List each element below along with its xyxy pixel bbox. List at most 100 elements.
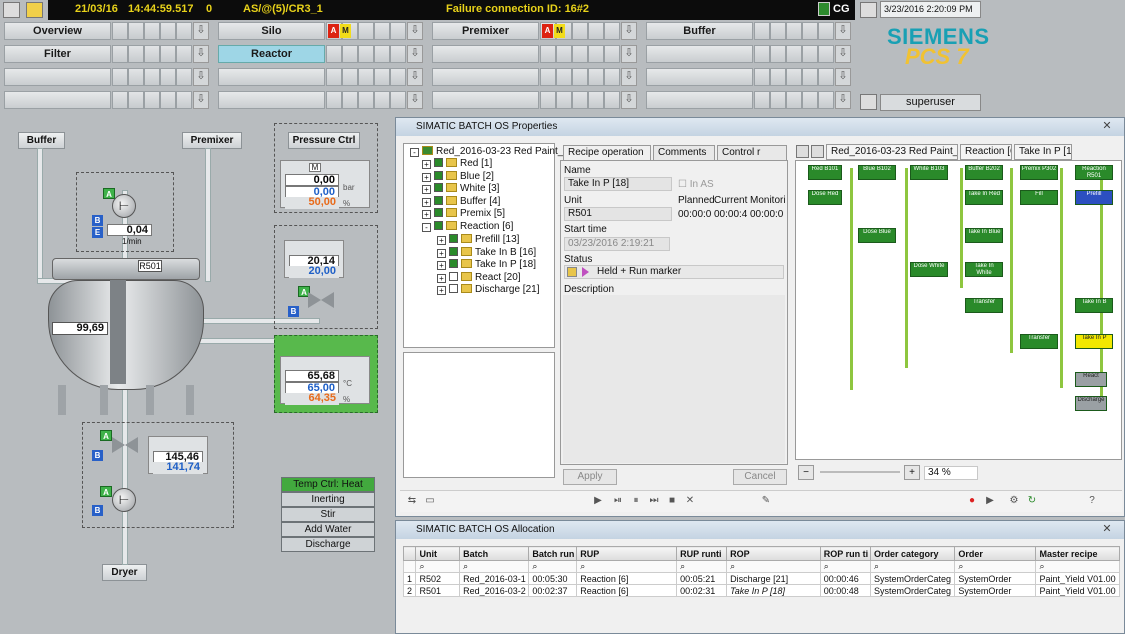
nav-slot[interactable]	[218, 68, 325, 86]
arrow-down-icon[interactable]: ⇩	[835, 45, 851, 63]
nav-subslot[interactable]	[540, 68, 556, 86]
nav-subslot[interactable]	[128, 22, 144, 40]
nav-subslot[interactable]	[818, 45, 834, 63]
nav-subslot[interactable]	[588, 45, 604, 63]
arrow-down-icon[interactable]: ⇩	[621, 22, 637, 40]
nav-subslot[interactable]	[754, 45, 770, 63]
graph-step[interactable]: Blue B102	[858, 165, 896, 180]
nav-subslot[interactable]	[572, 68, 588, 86]
start-time-field[interactable]: 03/23/2016 2:19:21	[564, 237, 670, 251]
nav-subslot[interactable]	[802, 22, 818, 40]
nav-subslot[interactable]	[572, 91, 588, 109]
nav-subslot[interactable]	[770, 91, 786, 109]
graph-step[interactable]: Fill	[1020, 190, 1058, 205]
nav-button[interactable]: Buffer	[646, 22, 753, 40]
nav-subslot[interactable]	[112, 22, 128, 40]
graph-tab[interactable]: Reaction [6]	[960, 144, 1012, 160]
arrow-down-icon[interactable]: ⇩	[407, 22, 423, 40]
nav-subslot[interactable]	[144, 22, 160, 40]
nav-slot[interactable]	[432, 45, 539, 63]
zoom-slider[interactable]	[820, 471, 900, 473]
nav-subslot[interactable]	[160, 68, 176, 86]
tree-item[interactable]: + Blue [2]	[422, 170, 494, 182]
navigate-icon[interactable]: ⇆	[406, 495, 418, 507]
premixer-label[interactable]: Premixer	[182, 132, 242, 149]
nav-slot[interactable]	[646, 68, 753, 86]
nav-button[interactable]: Overview	[4, 22, 111, 40]
nav-subslot[interactable]	[160, 22, 176, 40]
alarm-text[interactable]: Failure connection ID: 16#2	[446, 3, 589, 15]
graph-step[interactable]: Reaction R501	[1075, 165, 1113, 180]
warning-icon[interactable]	[26, 2, 43, 18]
nav-subslot[interactable]	[390, 68, 406, 86]
tree-item[interactable]: - Reaction [6]	[422, 221, 513, 232]
close-icon[interactable]: ✕	[1098, 120, 1116, 133]
tree-subitem[interactable]: + Prefill [13]	[437, 234, 519, 245]
nav-subslot[interactable]	[358, 45, 374, 63]
abort-icon[interactable]: ✕	[684, 495, 696, 507]
nav-subslot[interactable]	[786, 91, 802, 109]
nav-button[interactable]: Premixer	[432, 22, 539, 40]
filter-cell[interactable]	[402, 560, 417, 573]
nav-subslot[interactable]	[374, 22, 390, 40]
nav-subslot[interactable]	[770, 45, 786, 63]
nav-button[interactable]: Filter	[4, 45, 111, 63]
nav-slot[interactable]	[432, 91, 539, 109]
outlet-valve-icon[interactable]	[112, 437, 138, 453]
next-icon[interactable]: ▶	[984, 495, 996, 507]
nav-slot[interactable]	[4, 68, 111, 86]
nav-subslot[interactable]	[802, 45, 818, 63]
graph-step[interactable]: Dose White	[910, 262, 948, 277]
description-field[interactable]	[563, 295, 785, 463]
recipe-graph[interactable]	[795, 160, 1122, 460]
table-header-cell[interactable]: RUP	[576, 546, 678, 561]
checklist-icon[interactable]	[860, 2, 877, 18]
nav-subslot[interactable]	[390, 45, 406, 63]
nav-subslot[interactable]	[342, 68, 358, 86]
nav-subslot[interactable]	[540, 45, 556, 63]
graph-step[interactable]: Take In White	[965, 262, 1003, 277]
command-button[interactable]: Inerting	[281, 492, 375, 507]
zoom-out-icon[interactable]: −	[798, 465, 814, 480]
nav-subslot[interactable]	[326, 91, 342, 109]
arrow-down-icon[interactable]: ⇩	[407, 68, 423, 86]
graph-step[interactable]: Dose Red	[808, 190, 842, 205]
graph-step[interactable]: Discharge	[1075, 396, 1107, 411]
nav-subslot[interactable]	[588, 68, 604, 86]
nav-subslot[interactable]	[540, 91, 556, 109]
graph-step[interactable]: Prefill	[1075, 190, 1113, 205]
graph-tab[interactable]: Take In P [18]	[1014, 144, 1072, 160]
table-header-cell[interactable]: ROP run ti	[819, 546, 872, 561]
nav-subslot[interactable]	[818, 22, 834, 40]
dryer-pump-icon[interactable]: ⊢	[112, 488, 136, 512]
tree-subitem[interactable]: + React [20]	[437, 271, 521, 283]
arrow-down-icon[interactable]: ⇩	[835, 68, 851, 86]
table-header-cell[interactable]: Master recipe	[1035, 546, 1120, 561]
outlet-faceplate[interactable]: 145,46 141,74	[148, 436, 208, 474]
graph-step[interactable]: Take In P	[1075, 334, 1113, 349]
filter-cell[interactable]: ⌕	[459, 560, 530, 573]
nav-subslot[interactable]	[358, 91, 374, 109]
nav-subslot[interactable]	[604, 91, 620, 109]
nav-slot[interactable]	[4, 91, 111, 109]
arrow-down-icon[interactable]: ⇩	[407, 91, 423, 109]
filter-cell[interactable]: ⌕	[415, 560, 461, 573]
filter-cell[interactable]: ⌕	[576, 560, 678, 573]
table-row[interactable]: 2 R501 Red_2016-03-2 00:02:37 Reaction [6] 00…	[402, 584, 1120, 597]
nav-button[interactable]: Silo	[218, 22, 325, 40]
graph-step[interactable]: Take In Red	[965, 190, 1003, 205]
apply-button[interactable]: Apply	[563, 469, 617, 485]
filter-cell[interactable]: ⌕	[819, 560, 872, 573]
pause-icon[interactable]: ⏸	[630, 495, 642, 507]
tree-subitem[interactable]: + Take In P [18]	[437, 259, 536, 271]
arrow-down-icon[interactable]: ⇩	[621, 68, 637, 86]
tree-item[interactable]: + Buffer [4]	[422, 195, 500, 207]
cancel-button[interactable]: Cancel	[733, 469, 787, 485]
tab[interactable]: Control r	[717, 145, 787, 161]
tree-subitem[interactable]: + Take In B [16]	[437, 246, 536, 258]
table-header-cell[interactable]: Batch	[459, 546, 530, 561]
buffer-label[interactable]: Buffer	[18, 132, 65, 149]
nav-subslot[interactable]	[754, 22, 770, 40]
nav-slot[interactable]	[646, 91, 753, 109]
window-icon[interactable]: ▭	[424, 495, 436, 507]
